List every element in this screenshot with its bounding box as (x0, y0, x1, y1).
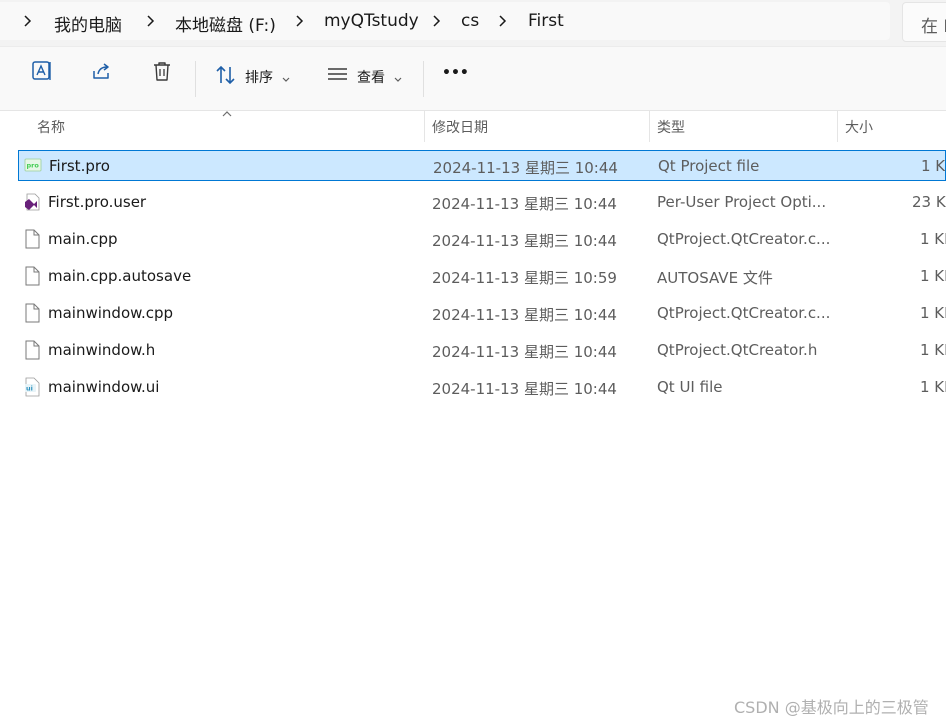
breadcrumb-item-my-computer[interactable]: 我的电脑 (54, 11, 122, 36)
share-icon (93, 63, 109, 79)
file-type: Qt Project file (658, 157, 760, 175)
file-date: 2024-11-13 星期三 10:59 (432, 269, 617, 287)
sort-arrows-icon (216, 65, 235, 85)
chevron-right-icon[interactable] (431, 14, 441, 28)
file-date: 2024-11-13 星期三 10:44 (433, 159, 618, 177)
command-toolbar: 排序 查看 ••• (0, 46, 946, 111)
file-size: 1 KB (920, 341, 946, 359)
breadcrumb[interactable]: 我的电脑 本地磁盘 (F:) myQTstudy cs First (0, 2, 890, 40)
file-type: QtProject.QtCreator.c... (657, 304, 831, 322)
file-row[interactable]: main.cpp 2024-11-13 星期三 10:44 QtProject.… (18, 224, 946, 255)
blank-file-icon (25, 229, 40, 249)
more-options-button[interactable]: ••• (442, 59, 469, 95)
file-date: 2024-11-13 星期三 10:44 (432, 232, 617, 250)
chevron-right-icon[interactable] (497, 14, 507, 28)
file-row[interactable]: main.cpp.autosave 2024-11-13 星期三 10:59 A… (18, 261, 946, 292)
toolbar-separator (195, 61, 196, 97)
file-date: 2024-11-13 星期三 10:44 (432, 343, 617, 361)
column-header-name[interactable]: 名称 (37, 117, 65, 137)
file-type: QtProject.QtCreator.c... (657, 230, 831, 248)
blank-file-icon (25, 303, 40, 323)
file-name: mainwindow.cpp (48, 304, 174, 322)
file-row[interactable]: ui mainwindow.ui 2024-11-13 星期三 10:44 Qt… (18, 372, 946, 403)
column-divider[interactable] (424, 110, 425, 142)
column-divider[interactable] (649, 110, 650, 142)
watermark: CSDN @基极向上的三极管 (734, 698, 929, 717)
search-box[interactable]: 在 F (902, 2, 946, 42)
more-options-icon: ••• (442, 65, 469, 81)
file-type: QtProject.QtCreator.h (657, 341, 818, 359)
view-button[interactable]: 查看 (326, 59, 406, 95)
sort-button[interactable]: 排序 (214, 59, 294, 95)
blank-file-icon (25, 340, 40, 360)
column-header-size[interactable]: 大小 (845, 117, 873, 137)
trash-icon (154, 62, 170, 81)
view-label: 查看 (357, 70, 385, 86)
file-name: main.cpp (48, 230, 118, 248)
rename-button[interactable] (30, 59, 56, 95)
file-type: Qt UI file (657, 378, 723, 396)
file-type: Per-User Project Opti... (657, 193, 827, 211)
file-row[interactable]: mainwindow.h 2024-11-13 星期三 10:44 QtProj… (18, 335, 946, 366)
chevron-down-icon (394, 77, 402, 82)
breadcrumb-item-myqtstudy[interactable]: myQTstudy (324, 11, 419, 31)
breadcrumb-item-cs[interactable]: cs (461, 11, 479, 31)
column-header-type[interactable]: 类型 (657, 117, 685, 137)
file-size: 1 KB (920, 267, 946, 285)
file-name: First.pro (49, 157, 110, 175)
column-divider[interactable] (837, 110, 838, 142)
file-row[interactable]: First.pro.user 2024-11-13 星期三 10:44 Per-… (18, 187, 946, 218)
file-name: mainwindow.ui (48, 378, 160, 396)
file-size: 1 KB (920, 378, 946, 396)
file-date: 2024-11-13 星期三 10:44 (432, 380, 617, 398)
qt-pro-file-icon: pro (24, 158, 42, 172)
rename-icon (32, 61, 51, 80)
file-size: 1 KB (920, 304, 946, 322)
file-name: main.cpp.autosave (48, 267, 192, 285)
search-placeholder: 在 F (921, 17, 946, 37)
qt-ui-file-icon: ui (25, 377, 40, 397)
share-button[interactable] (90, 59, 116, 95)
delete-button[interactable] (150, 59, 176, 95)
blank-file-icon (25, 266, 40, 286)
file-size: 23 KB (912, 193, 946, 211)
chevron-down-icon (282, 77, 290, 82)
breadcrumb-item-drive-f[interactable]: 本地磁盘 (F:) (175, 11, 276, 36)
sort-label: 排序 (245, 70, 273, 86)
file-type: AUTOSAVE 文件 (657, 269, 773, 287)
visual-studio-file-icon (25, 193, 40, 211)
file-name: mainwindow.h (48, 341, 156, 359)
file-row[interactable]: pro First.pro 2024-11-13 星期三 10:44 Qt Pr… (18, 150, 946, 181)
svg-text:ui: ui (26, 385, 33, 393)
toolbar-separator (423, 61, 424, 97)
file-name: First.pro.user (48, 193, 147, 211)
list-view-icon (328, 68, 347, 80)
column-header-date[interactable]: 修改日期 (432, 117, 488, 137)
chevron-right-icon[interactable] (22, 14, 32, 28)
file-row[interactable]: mainwindow.cpp 2024-11-13 星期三 10:44 QtPr… (18, 298, 946, 329)
svg-text:pro: pro (27, 162, 40, 170)
sort-ascending-icon (222, 111, 232, 117)
file-date: 2024-11-13 星期三 10:44 (432, 306, 617, 324)
file-size: 1 KB (920, 230, 946, 248)
file-size: 1 KB (921, 157, 946, 175)
chevron-right-icon[interactable] (145, 14, 155, 28)
column-headers: 名称 修改日期 类型 大小 (0, 110, 946, 142)
file-explorer-window: 我的电脑 本地磁盘 (F:) myQTstudy cs First 在 F (0, 0, 946, 721)
file-date: 2024-11-13 星期三 10:44 (432, 195, 617, 213)
address-bar: 我的电脑 本地磁盘 (F:) myQTstudy cs First 在 F (0, 0, 946, 46)
chevron-right-icon[interactable] (294, 14, 304, 28)
breadcrumb-item-first[interactable]: First (528, 11, 564, 31)
